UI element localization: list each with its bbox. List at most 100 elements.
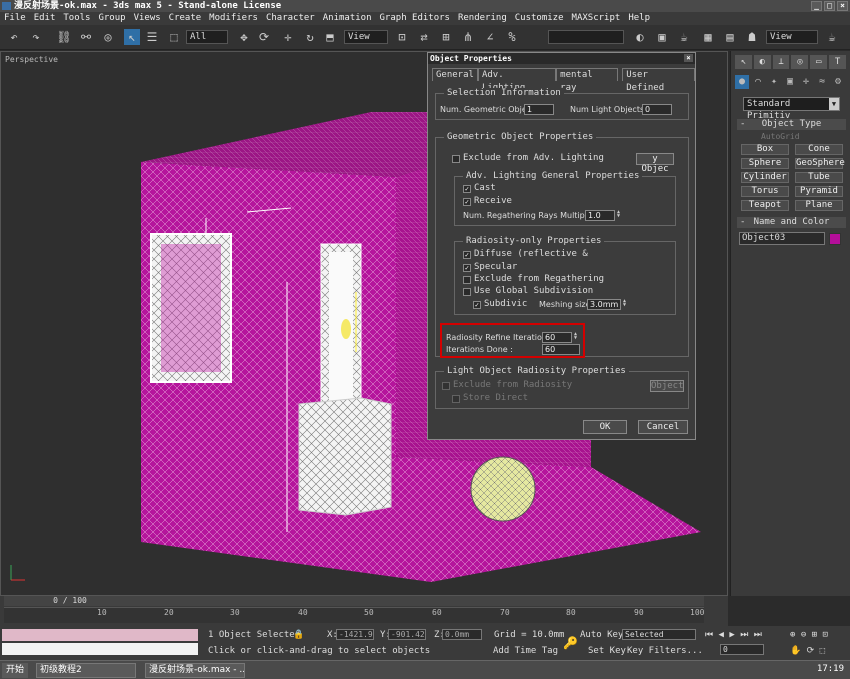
tab-mental-ray[interactable]: mental ray (556, 68, 619, 93)
exclude-regathering-checkbox[interactable] (463, 276, 471, 284)
autogrid-option[interactable]: AutoGrid (761, 132, 850, 141)
menu-group[interactable]: Group (98, 12, 125, 25)
start-button[interactable]: 开始 (2, 663, 29, 678)
ok-button[interactable]: OK (583, 420, 627, 434)
maxscript-listener-mini[interactable] (2, 629, 198, 641)
helpers-icon[interactable]: ✛ (799, 75, 813, 89)
selection-filter-dropdown[interactable]: All (186, 30, 228, 44)
spacewarps-icon[interactable]: ≈ (815, 75, 829, 89)
exclude-adv-lighting-checkbox[interactable] (452, 155, 460, 163)
move-gizmo-icon[interactable]: ✛ (280, 29, 296, 45)
minimize-button[interactable]: _ (811, 1, 822, 11)
modify-tab-icon[interactable]: ◐ (753, 55, 771, 69)
unlink-icon[interactable]: ⚯ (78, 29, 94, 45)
named-selection-dropdown[interactable] (548, 30, 624, 44)
menu-graph-editors[interactable]: Graph Editors (380, 12, 450, 25)
scale-gizmo-icon[interactable]: ⬒ (322, 29, 338, 45)
menu-help[interactable]: Help (628, 12, 650, 25)
box-button[interactable]: Box (741, 144, 789, 155)
key-filters-button[interactable]: Key Filters... (627, 646, 703, 656)
cone-button[interactable]: Cone (795, 144, 843, 155)
playback-controls-icon[interactable]: ⏮ ◀ ▶ ⏭ ⏭ (705, 630, 762, 640)
track-bar[interactable]: 10 20 30 40 50 60 70 80 90 100 (4, 607, 704, 623)
menu-customize[interactable]: Customize (515, 12, 564, 25)
exclude-radiosity-checkbox[interactable] (442, 382, 450, 390)
pivot-icon[interactable]: ⊡ (394, 29, 410, 45)
key-mode-dropdown[interactable]: Selected (622, 629, 696, 640)
display-tab-icon[interactable]: ▭ (810, 55, 828, 69)
viewport-navigation-icon[interactable]: ✋ ⟳ ⬚ (790, 646, 825, 656)
utilities-tab-icon[interactable]: T (829, 55, 846, 69)
object-type-rollout[interactable]: - Object Type (737, 119, 846, 130)
meshing-size-field[interactable]: 3.0mm (587, 299, 621, 310)
menu-create[interactable]: Create (169, 12, 202, 25)
subdivide-checkbox[interactable]: ✓ (473, 301, 481, 309)
taskbar-item-folder[interactable]: 初级教程2 (36, 663, 136, 678)
chevron-down-icon[interactable]: ▼ (829, 98, 839, 110)
menu-animation[interactable]: Animation (323, 12, 372, 25)
menu-rendering[interactable]: Rendering (458, 12, 507, 25)
key-icon[interactable]: 🔑 (563, 636, 578, 650)
receive-checkbox[interactable]: ✓ (463, 198, 471, 206)
current-frame-field[interactable]: 0 (720, 644, 764, 655)
create-tab-icon[interactable]: ↖ (735, 55, 752, 69)
name-color-rollout[interactable]: - Name and Color (737, 217, 846, 228)
y-coordinate-field[interactable]: -901.42 (388, 629, 426, 640)
time-slider[interactable]: 0 / 100 (4, 596, 704, 606)
select-by-name-icon[interactable]: ☰ (144, 29, 160, 45)
geosphere-button[interactable]: GeoSphere (795, 158, 845, 169)
specular-checkbox[interactable]: ✓ (463, 264, 471, 272)
object-color-swatch[interactable] (829, 232, 841, 245)
plane-button[interactable]: Plane (795, 200, 843, 211)
selection-region-icon[interactable]: ⬚ (166, 29, 182, 45)
render-last-icon[interactable]: ☗ (744, 29, 760, 45)
light-object-button[interactable]: Object (650, 380, 684, 392)
cylinder-button[interactable]: Cylinder (741, 172, 789, 183)
dialog-close-icon[interactable]: × (684, 54, 693, 62)
torus-button[interactable]: Torus (741, 186, 789, 197)
regather-multiplier-field[interactable]: 1.0 (585, 210, 615, 221)
render-scene-icon[interactable]: ▣ (654, 29, 670, 45)
render-type-icon[interactable]: ▦ (700, 29, 716, 45)
select-move-icon[interactable]: ✥ (236, 29, 252, 45)
z-coordinate-field[interactable]: 0.0mm (442, 629, 482, 640)
material-editor-icon[interactable]: ◐ (632, 29, 648, 45)
sphere-button[interactable]: Sphere (741, 158, 789, 169)
angle-snap-icon[interactable]: ∠ (482, 29, 498, 45)
cast-checkbox[interactable]: ✓ (463, 185, 471, 193)
tab-general[interactable]: General (432, 68, 478, 81)
close-button[interactable]: × (837, 1, 848, 11)
viewport-navigation-icon[interactable]: ⊕ ⊖ ⊞ ⊡ (790, 630, 828, 640)
store-direct-checkbox[interactable] (452, 395, 460, 403)
motion-tab-icon[interactable]: ◎ (791, 55, 809, 69)
taskbar-item-3dsmax[interactable]: 漫反射场景-ok.max - ... (145, 663, 245, 678)
teapot-render-icon[interactable]: ☕ (824, 29, 840, 45)
snap-icon[interactable]: ⋔ (460, 29, 476, 45)
maxscript-input-mini[interactable] (2, 643, 198, 655)
lock-selection-icon[interactable]: 🔒 (293, 630, 304, 640)
tab-adv-lighting[interactable]: Adv. Lighting (477, 68, 557, 93)
hierarchy-tab-icon[interactable]: ⊥ (772, 55, 790, 69)
menu-views[interactable]: Views (134, 12, 161, 25)
reference-coord-dropdown[interactable]: View (344, 30, 388, 44)
diffuse-checkbox[interactable]: ✓ (463, 251, 471, 259)
link-icon[interactable]: ⛓ (56, 29, 72, 45)
render-frame-icon[interactable]: ▤ (722, 29, 738, 45)
pyramid-button[interactable]: Pyramid (795, 186, 843, 197)
systems-icon[interactable]: ⚙ (831, 75, 845, 89)
menu-maxscript[interactable]: MAXScript (572, 12, 621, 25)
rotate-gizmo-icon[interactable]: ↻ (302, 29, 318, 45)
add-time-tag-button[interactable]: Add Time Tag (493, 646, 558, 656)
x-coordinate-field[interactable]: -1421.9 (336, 629, 374, 640)
set-key-button[interactable]: Set Key (588, 646, 626, 656)
select-object-icon[interactable]: ↖ (124, 29, 140, 45)
frame-indicator[interactable]: 0 / 100 (40, 596, 100, 605)
tube-button[interactable]: Tube (795, 172, 843, 183)
teapot-button[interactable]: Teapot (741, 200, 789, 211)
regather-spinner-icon[interactable]: ▲ ▼ (617, 210, 622, 219)
menu-character[interactable]: Character (266, 12, 315, 25)
geometry-icon[interactable]: ● (735, 75, 749, 89)
primitive-category-dropdown[interactable]: Standard Primitiv ▼ (743, 97, 840, 121)
tab-user-defined[interactable]: User Defined (622, 68, 696, 93)
cameras-icon[interactable]: ▣ (783, 75, 797, 89)
